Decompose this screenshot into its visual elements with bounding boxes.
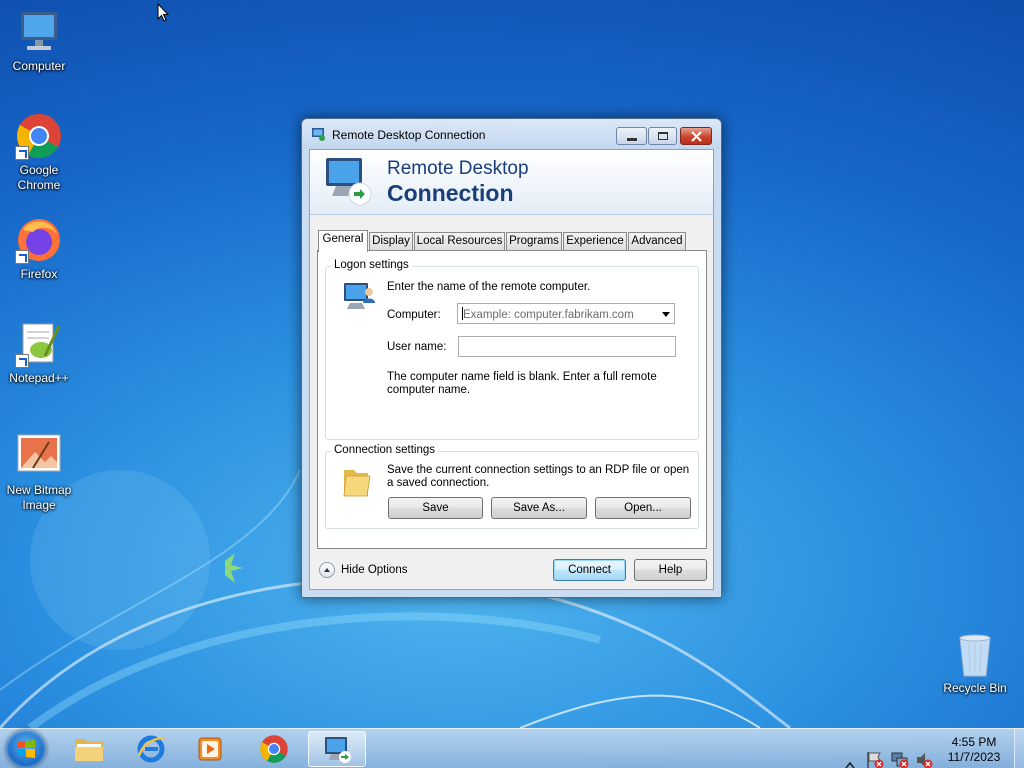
desktop-icon-recycle-bin[interactable]: Recycle Bin (937, 630, 1013, 696)
connection-settings-group: Connection settings Save the current con… (325, 444, 699, 529)
tab-display[interactable]: Display (369, 232, 413, 251)
minimize-button[interactable] (616, 127, 647, 145)
desktop-icon-label: Notepad++ (9, 371, 69, 385)
tab-general[interactable]: General (318, 230, 368, 252)
open-button[interactable]: Open... (595, 497, 691, 519)
recycle-bin-icon (951, 630, 999, 678)
maximize-button[interactable] (648, 127, 677, 145)
banner-title-line1: Remote Desktop (387, 158, 529, 179)
desktop-icon-label: Recycle Bin (943, 681, 1007, 695)
tab-experience[interactable]: Experience (563, 232, 627, 251)
remote-desktop-window: Remote Desktop Connection Remote Desktop… (301, 118, 722, 598)
connection-settings-label: Connection settings (331, 444, 439, 456)
close-icon (691, 131, 702, 142)
desktop-icon-computer[interactable]: Computer (1, 8, 77, 74)
connection-settings-description: Save the current connection settings to … (387, 464, 690, 489)
desktop-icon-label: Computer (12, 59, 66, 73)
tab-programs[interactable]: Programs (506, 232, 562, 251)
taskbar-internet-explorer[interactable] (122, 731, 180, 767)
username-label: User name: (387, 341, 447, 353)
computer-icon (15, 8, 63, 56)
banner: Remote Desktop Connection (310, 150, 713, 215)
remote-desktop-logo-icon (326, 158, 372, 206)
desktop-icon-label: Google Chrome (17, 163, 61, 192)
help-button[interactable]: Help (634, 559, 707, 581)
computer-user-icon (344, 283, 375, 309)
action-center-flag-icon[interactable] (866, 740, 884, 768)
remote-desktop-icon (325, 737, 351, 763)
logon-prompt-text: Enter the name of the remote computer. (387, 281, 591, 293)
close-button[interactable] (680, 127, 712, 145)
tab-advanced[interactable]: Advanced (628, 232, 686, 251)
shortcut-arrow-icon (15, 146, 29, 160)
volume-muted-icon[interactable] (915, 740, 933, 768)
desktop-icon-chrome[interactable]: Google Chrome (1, 112, 77, 193)
save-button[interactable]: Save (388, 497, 483, 519)
computer-combobox[interactable]: Example: computer.fabrikam.com (457, 303, 675, 324)
chevron-up-icon (319, 562, 335, 578)
show-desktop-button[interactable] (1014, 729, 1024, 768)
logon-settings-label: Logon settings (331, 259, 412, 271)
desktop-icon-label: Firefox (20, 267, 58, 281)
notepadpp-icon (15, 320, 63, 368)
window-title: Remote Desktop Connection (332, 128, 486, 142)
logon-settings-group: Logon settings Enter the name of the rem… (325, 259, 699, 440)
windows-logo-icon (17, 740, 35, 758)
mouse-cursor-icon (157, 3, 169, 22)
title-bar[interactable]: Remote Desktop Connection (302, 119, 721, 149)
computer-placeholder: Example: computer.fabrikam.com (463, 309, 634, 321)
media-player-icon (198, 737, 222, 761)
window-client-area: Remote Desktop Connection General Displa… (309, 149, 714, 590)
clock-time: 4:55 PM (951, 735, 997, 749)
taskbar-media-player[interactable] (181, 731, 239, 767)
chevron-down-icon[interactable] (662, 312, 670, 317)
desktop-icon-firefox[interactable]: Firefox (1, 216, 77, 282)
chrome-icon (260, 735, 288, 763)
desktop-icon-notepadpp[interactable]: Notepad++ (1, 320, 77, 386)
maximize-icon (658, 132, 668, 140)
computer-blank-warning: The computer name field is blank. Enter … (387, 371, 657, 396)
file-explorer-icon (75, 739, 103, 761)
start-button[interactable] (6, 730, 46, 768)
folder-icon (343, 470, 371, 497)
shortcut-arrow-icon (15, 250, 29, 264)
remote-desktop-app-icon (312, 128, 325, 141)
taskbar-chrome[interactable] (245, 731, 303, 767)
show-hidden-icons-chevron-icon[interactable] (845, 745, 855, 768)
bitmap-image-icon (15, 432, 63, 480)
connect-button[interactable]: Connect (553, 559, 626, 581)
firefox-icon (15, 216, 63, 264)
taskbar-clock[interactable]: 4:55 PM 11/7/2023 (940, 735, 1008, 765)
desktop-icon-label: New Bitmap Image (6, 483, 72, 512)
chrome-icon (15, 112, 63, 160)
taskbar-remote-desktop[interactable] (308, 731, 366, 767)
network-icon[interactable] (891, 740, 909, 768)
desktop-icon-new-bitmap[interactable]: New Bitmap Image (1, 432, 77, 513)
taskbar: 4:55 PM 11/7/2023 (0, 728, 1024, 768)
minimize-icon (627, 138, 637, 141)
general-tab-panel: Logon settings Enter the name of the rem… (317, 250, 707, 549)
taskbar-file-explorer[interactable] (60, 731, 118, 767)
username-field[interactable] (458, 336, 676, 357)
save-as-button[interactable]: Save As... (491, 497, 587, 519)
tab-local-resources[interactable]: Local Resources (414, 232, 505, 251)
banner-title-line2: Connection (387, 180, 514, 206)
computer-label: Computer: (387, 309, 441, 321)
internet-explorer-icon (137, 735, 166, 763)
shortcut-arrow-icon (15, 354, 29, 368)
clock-date: 11/7/2023 (947, 750, 1001, 764)
hide-options-label: Hide Options (341, 564, 408, 576)
